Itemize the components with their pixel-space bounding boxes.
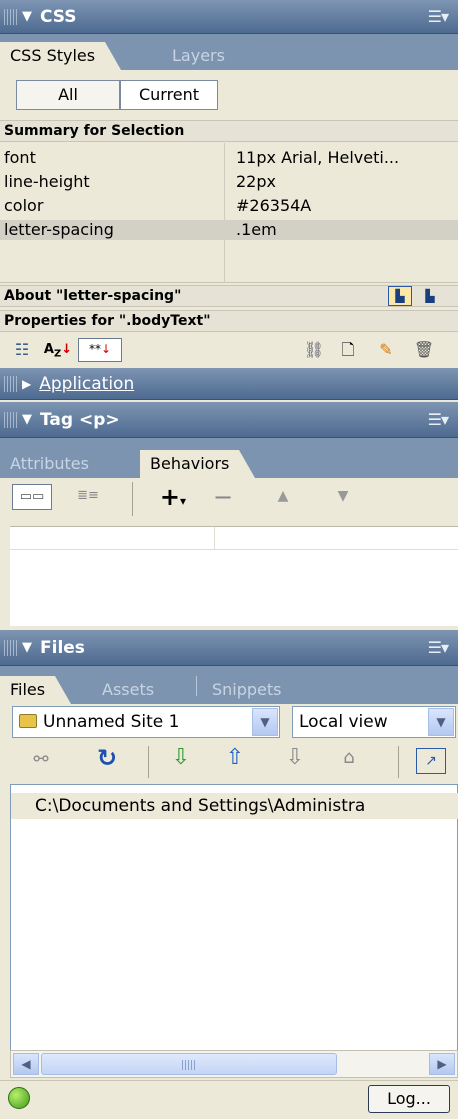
- edit-style-icon[interactable]: ✎: [372, 340, 400, 360]
- property-value: .1em: [236, 220, 277, 239]
- collapse-triangle-icon[interactable]: ▼: [22, 412, 32, 427]
- behaviors-list[interactable]: [10, 526, 458, 626]
- current-mode-button[interactable]: Current: [120, 80, 218, 110]
- tab-assets[interactable]: Assets: [92, 676, 164, 704]
- site-select[interactable]: Unnamed Site 1 ▼: [12, 706, 280, 738]
- tab-css-styles[interactable]: CSS Styles: [0, 42, 122, 70]
- toolbar-separator: [132, 482, 133, 516]
- files-panel-header[interactable]: ▼ Files ☰▾: [0, 630, 458, 666]
- tab-separator: [196, 676, 197, 696]
- behaviors-toolbar: ▭▭ ≣≡ +▾ − ▲ ▼: [0, 478, 458, 520]
- scroll-left-icon[interactable]: ◀: [13, 1053, 39, 1075]
- tab-attributes[interactable]: Attributes: [0, 450, 99, 478]
- toolbar-separator: [148, 746, 149, 778]
- view-select[interactable]: Local view ▼: [292, 706, 456, 738]
- move-up-icon[interactable]: ▲: [268, 486, 298, 506]
- log-button[interactable]: Log...: [368, 1085, 450, 1113]
- application-panel-title: Application: [39, 373, 135, 394]
- property-value: #26354A: [236, 196, 312, 215]
- show-category-view-icon[interactable]: ▙: [388, 286, 412, 306]
- scroll-thumb-grip: [182, 1060, 196, 1070]
- grip-icon[interactable]: [4, 639, 18, 656]
- connect-icon[interactable]: ⚯: [26, 750, 56, 770]
- grip-icon[interactable]: [4, 411, 18, 428]
- tab-snippets[interactable]: Snippets: [202, 676, 292, 704]
- tab-layers[interactable]: Layers: [162, 42, 235, 70]
- grip-icon[interactable]: [4, 8, 18, 25]
- summary-row-color[interactable]: color #26354A: [0, 196, 458, 216]
- scroll-thumb[interactable]: [41, 1053, 337, 1075]
- options-menu-icon[interactable]: ☰▾: [428, 410, 449, 429]
- refresh-icon[interactable]: ↻: [92, 746, 122, 770]
- root-path-row[interactable]: C:\Documents and Settings\Administra: [11, 793, 458, 819]
- properties-title: Properties for ".bodyText": [0, 310, 458, 332]
- property-value: 11px Arial, Helveti...: [236, 148, 400, 167]
- properties-toolbar: ☷ AZ↓ **↓ ⛓ 🗋 ✎ 🗑: [0, 334, 458, 368]
- trash-icon[interactable]: 🗑: [410, 340, 438, 360]
- property-name: color: [4, 196, 44, 215]
- tab-behaviors[interactable]: Behaviors: [140, 450, 256, 478]
- tag-panel-header[interactable]: ▼ Tag <p> ☰▾: [0, 402, 458, 438]
- add-behavior-icon[interactable]: +▾: [156, 484, 190, 514]
- property-name: letter-spacing: [4, 220, 114, 239]
- property-name: line-height: [4, 172, 90, 191]
- status-bar: Log...: [0, 1080, 458, 1119]
- new-css-rule-icon[interactable]: 🗋: [334, 340, 362, 360]
- summary-row-font[interactable]: font 11px Arial, Helveti...: [0, 148, 458, 168]
- files-tab-strip: Files Assets Snippets: [0, 666, 458, 704]
- property-value: 22px: [236, 172, 276, 191]
- expand-view-icon[interactable]: ↗: [416, 748, 446, 774]
- summary-title: Summary for Selection: [0, 120, 458, 142]
- toolbar-separator: [398, 746, 399, 778]
- folder-icon: [19, 714, 37, 728]
- grip-icon[interactable]: [4, 375, 18, 392]
- files-panel-title: Files: [40, 637, 85, 658]
- show-all-events-icon[interactable]: ≣≡: [68, 484, 108, 510]
- tag-tab-strip: Attributes Behaviors: [0, 438, 458, 478]
- property-name: font: [4, 148, 36, 167]
- status-ok-icon: [8, 1087, 30, 1109]
- show-set-properties-icon[interactable]: **↓: [78, 338, 122, 362]
- show-set-events-icon[interactable]: ▭▭: [12, 484, 52, 510]
- check-in-icon[interactable]: ⌂: [334, 748, 364, 768]
- view-select-value: Local view: [299, 712, 388, 732]
- application-panel-header[interactable]: ▶ Application: [0, 368, 458, 400]
- move-down-icon[interactable]: ▼: [328, 486, 358, 506]
- scroll-right-icon[interactable]: ▶: [429, 1053, 455, 1075]
- files-tree[interactable]: C:\Documents and Settings\Administra: [10, 784, 458, 1060]
- tag-panel-title: Tag <p>: [40, 409, 120, 430]
- get-files-icon[interactable]: ⇩: [166, 747, 196, 769]
- collapse-triangle-icon[interactable]: ▼: [22, 9, 32, 24]
- all-mode-button[interactable]: All: [16, 80, 120, 110]
- site-select-value: Unnamed Site 1: [43, 712, 180, 732]
- chevron-down-icon[interactable]: ▼: [252, 708, 278, 736]
- css-tab-strip: CSS Styles Layers: [0, 34, 458, 70]
- css-panel-title: CSS: [40, 6, 77, 27]
- attach-stylesheet-icon[interactable]: ⛓: [300, 340, 328, 360]
- options-menu-icon[interactable]: ☰▾: [428, 7, 449, 26]
- show-list-view-icon[interactable]: ▙: [418, 286, 442, 306]
- summary-row-letter-spacing[interactable]: letter-spacing .1em: [0, 220, 458, 240]
- summary-row-line-height[interactable]: line-height 22px: [0, 172, 458, 192]
- horizontal-scrollbar[interactable]: ◀ ▶: [10, 1050, 458, 1078]
- remove-behavior-icon[interactable]: −: [208, 484, 238, 510]
- chevron-down-icon[interactable]: ▼: [428, 708, 454, 736]
- options-menu-icon[interactable]: ☰▾: [428, 638, 449, 657]
- files-toolbar: ⚯ ↻ ⇩ ⇧ ⇩ ⌂ ↗: [0, 742, 458, 782]
- behaviors-column-divider: [214, 527, 215, 549]
- root-path: C:\Documents and Settings\Administra: [35, 796, 366, 816]
- check-out-icon[interactable]: ⇩: [280, 747, 310, 769]
- sort-az-icon[interactable]: AZ↓: [42, 340, 74, 365]
- tab-files[interactable]: Files: [0, 676, 72, 704]
- category-view-icon[interactable]: ☷: [8, 340, 36, 360]
- css-panel-header[interactable]: ▼ CSS ☰▾: [0, 0, 458, 34]
- behaviors-row-line: [10, 549, 458, 550]
- expand-triangle-icon[interactable]: ▶: [22, 377, 31, 391]
- collapse-triangle-icon[interactable]: ▼: [22, 640, 32, 655]
- put-files-icon[interactable]: ⇧: [220, 747, 250, 769]
